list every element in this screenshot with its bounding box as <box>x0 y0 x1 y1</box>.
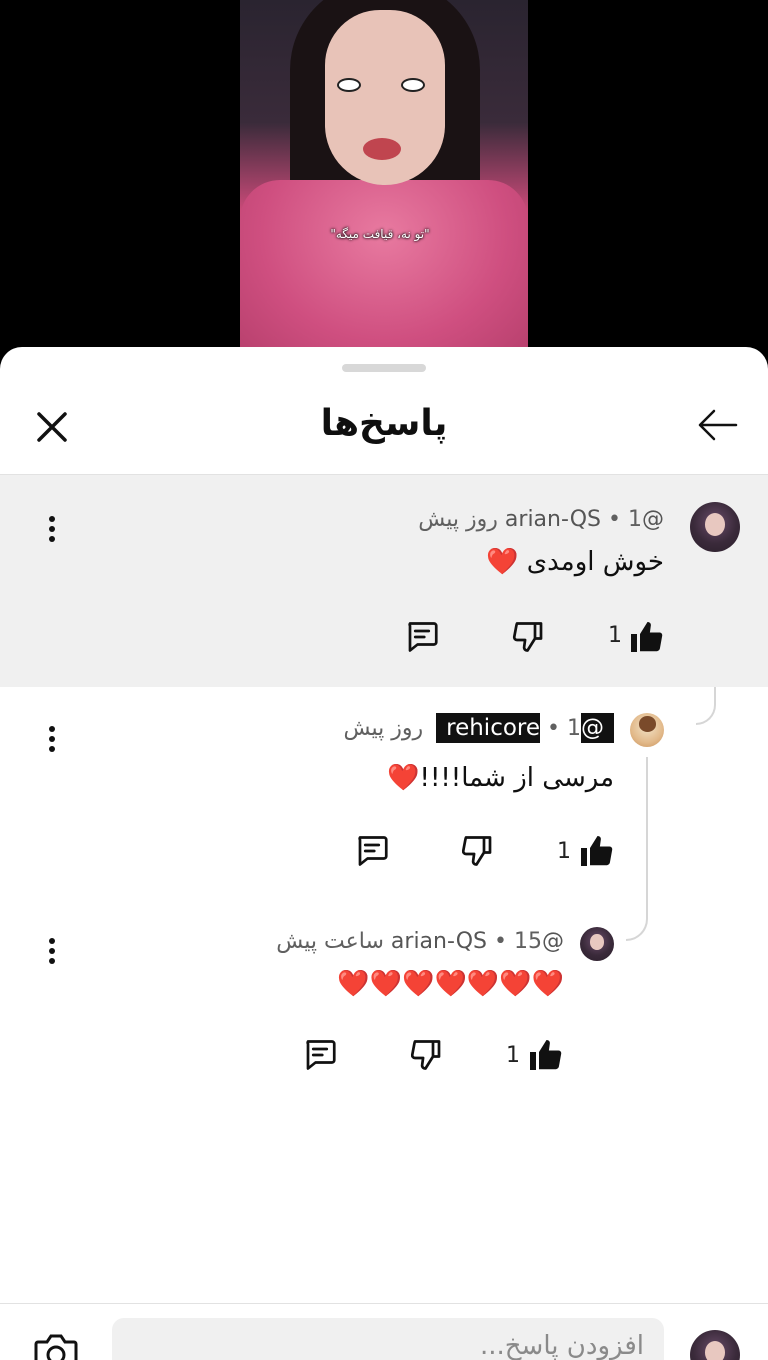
meta-separator: • <box>494 929 514 954</box>
video-sweater <box>240 180 528 350</box>
thumbs-down-icon[interactable] <box>460 833 496 869</box>
video-eye-left <box>337 78 361 92</box>
reply-composer <box>0 1303 768 1360</box>
meta-separator: • <box>608 507 628 532</box>
thumbs-up-icon[interactable] <box>628 619 664 655</box>
comment-icon[interactable] <box>404 619 440 655</box>
video-caption: "تو نه، قیافت میگه" <box>330 227 430 241</box>
video-mouth <box>363 138 401 160</box>
user-avatar[interactable] <box>690 1330 740 1360</box>
like-count: 1 <box>506 1043 520 1068</box>
comment-item: @arian-QS • 1 روز پیش خوش اومدی ❤️ 1 <box>0 475 768 687</box>
sheet-header: پاسخ‌ها <box>0 385 768 475</box>
thumbs-down-icon[interactable] <box>409 1037 445 1073</box>
more-button[interactable] <box>42 935 62 969</box>
like-count: 1 <box>608 623 622 648</box>
more-button[interactable] <box>42 723 62 757</box>
comment-meta: @arian-QS • 1 روز پیش <box>418 507 664 532</box>
comment-item: @rehicore • 1 روز پیش مرسی از شما!!!!❤️ … <box>0 687 768 899</box>
drag-handle[interactable] <box>342 364 426 372</box>
thumbs-up-icon[interactable] <box>578 833 614 869</box>
comment-item: @arian-QS • 15 ساعت پیش ❤️❤️❤️❤️❤️❤️❤️ 1 <box>0 915 768 1115</box>
arrow-left-icon <box>698 409 738 441</box>
avatar[interactable] <box>630 713 664 747</box>
comment-text: مرسی از شما!!!!❤️ <box>387 763 614 793</box>
avatar[interactable] <box>580 927 614 961</box>
reply-input[interactable] <box>112 1318 664 1360</box>
thumbs-down-icon[interactable] <box>511 619 547 655</box>
like-count: 1 <box>557 839 571 864</box>
comment-icon[interactable] <box>302 1037 338 1073</box>
sheet-title: پاسخ‌ها <box>320 403 448 444</box>
comment-author-badge[interactable]: @rehicore <box>436 713 614 743</box>
comment-text: خوش اومدی ❤️ <box>486 547 664 577</box>
comment-meta: @rehicore • 1 روز پیش <box>343 713 614 743</box>
back-button[interactable] <box>692 403 742 447</box>
meta-separator: • <box>547 716 567 741</box>
video-frame[interactable] <box>240 0 528 350</box>
thumbs-up-icon[interactable] <box>527 1037 563 1073</box>
more-button[interactable] <box>42 513 62 547</box>
comment-text: ❤️❤️❤️❤️❤️❤️❤️ <box>337 969 564 999</box>
comment-meta: @arian-QS • 15 ساعت پیش <box>276 929 564 954</box>
comment-icon[interactable] <box>354 833 390 869</box>
video-eye-right <box>401 78 425 92</box>
video-face <box>325 10 445 185</box>
camera-icon <box>34 1334 78 1360</box>
replies-sheet: پاسخ‌ها @arian-QS • 1 روز پیش خوش اومدی … <box>0 347 768 1360</box>
camera-button[interactable] <box>32 1332 80 1360</box>
avatar[interactable] <box>690 502 740 552</box>
